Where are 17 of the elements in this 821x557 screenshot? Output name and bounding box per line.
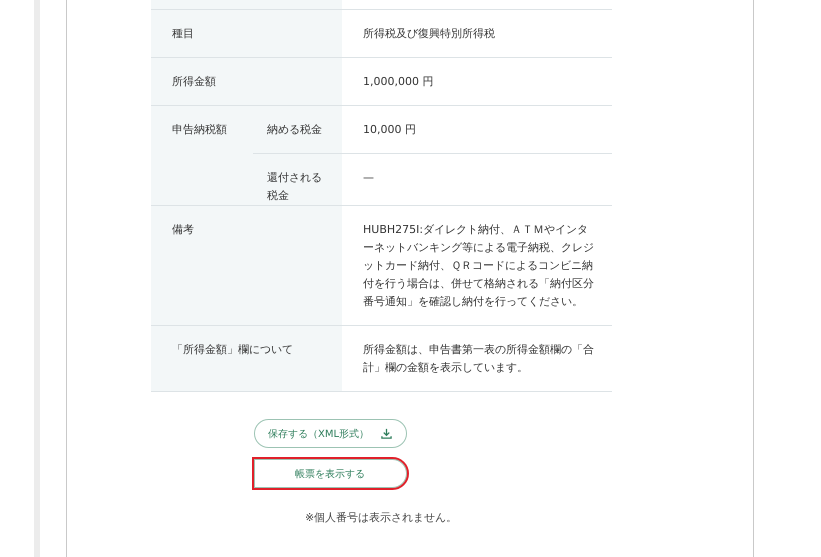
row-label: 所得金額 <box>172 75 216 88</box>
row-sublabel: 還付される税金 <box>267 170 323 204</box>
row-value: HUBH275I:ダイレクト納付、ＡＴＭやインターネットバンキング等による電子納税、クレジットカード納付、ＱＲコードによるコンビニ納付を行う場合は、併せて格納される「納付区分番号通知」を確認し納付を行ってください。 <box>363 222 594 310</box>
save-button[interactable]: 保存する（XML形式） <box>254 419 406 448</box>
row-value: — <box>363 170 374 186</box>
row-label: 「所得金額」欄について <box>172 343 293 356</box>
row-sublabel: 納める税金 <box>267 122 322 138</box>
row-value: 10,000 円 <box>363 122 416 138</box>
row-value: 1,000,000 円 <box>363 74 434 90</box>
show-form-button[interactable]: 帳票を表示する <box>254 459 406 488</box>
row-value: 所得税及び復興特別所得税 <box>363 26 495 42</box>
row-label: 申告納税額 <box>172 123 227 136</box>
download-icon <box>381 428 392 439</box>
row-label: 種目 <box>172 27 194 40</box>
row-label: 備考 <box>172 223 194 236</box>
row-value: 所得金額は、申告書第一表の所得金額欄の「合計」欄の金額を表示しています。 <box>363 342 594 376</box>
note-text: ※個人番号は表示されません。 <box>305 510 458 525</box>
